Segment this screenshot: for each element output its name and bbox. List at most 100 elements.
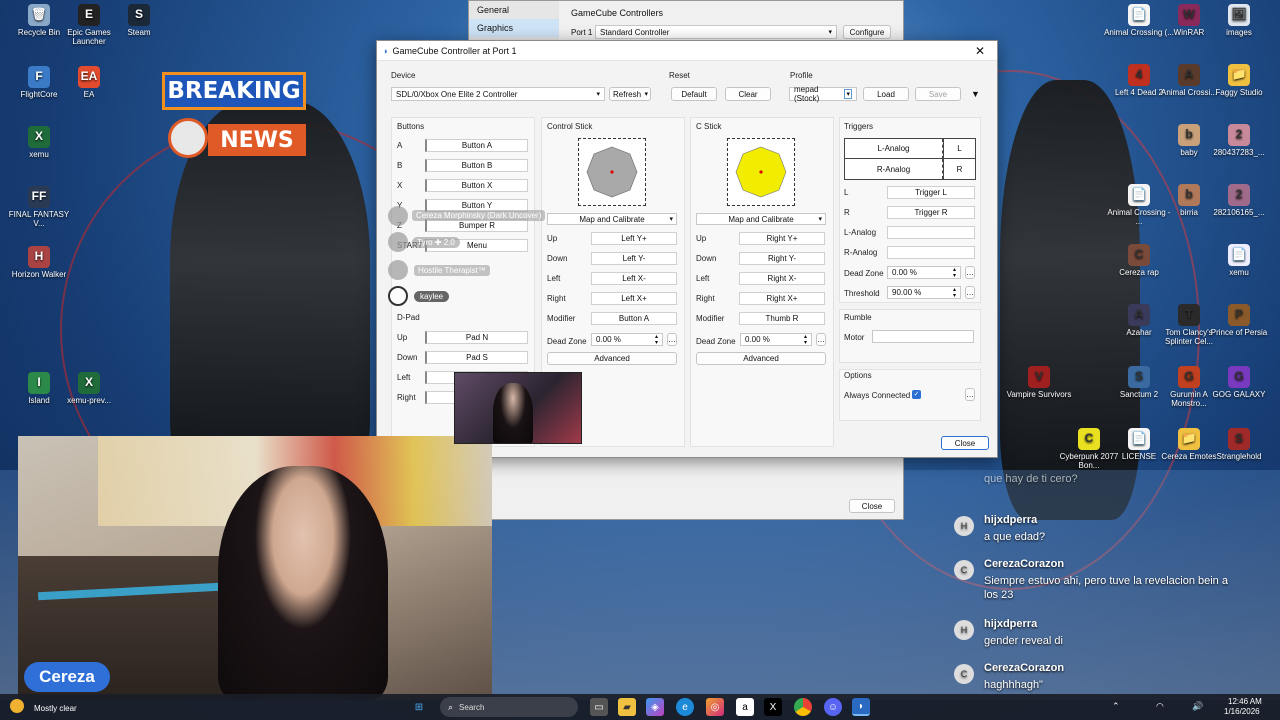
options-more-button[interactable]: …	[965, 388, 975, 401]
weather-icon[interactable]	[10, 699, 24, 713]
mapping-button[interactable]: Right X+	[739, 292, 825, 305]
mapping-button[interactable]: Right Y+	[739, 232, 825, 245]
desktop-icon[interactable]: 📄 xemu	[1204, 244, 1274, 277]
desktop-icon[interactable]: 🖼 images	[1204, 4, 1274, 37]
chat-avatar: H	[954, 516, 974, 536]
desktop-icon[interactable]: FF FINAL FANTASY V...	[4, 186, 74, 228]
network-icon[interactable]: ◠	[1156, 701, 1164, 712]
desktop-icon[interactable]: C Cereza rap	[1104, 244, 1174, 277]
desktop-icon[interactable]: P Prince of Persia	[1204, 304, 1274, 337]
app-icon: EA	[78, 66, 100, 88]
chat-overlay: que hay de ti cero? Hhijxdperra a que edad…	[946, 470, 1262, 691]
chevron-up-icon[interactable]: ⌃	[1112, 701, 1120, 712]
instagram-icon[interactable]: ◎	[706, 698, 724, 716]
mapping-button[interactable]: Button A	[591, 312, 677, 325]
mapping-button[interactable]: Trigger R	[887, 206, 975, 219]
volume-icon[interactable]: 🔊	[1192, 701, 1203, 712]
app-icon: X	[78, 372, 100, 394]
clock-time[interactable]: 12:46 AM	[1228, 697, 1262, 706]
configure-button[interactable]: Configure	[843, 25, 891, 39]
chrome-icon[interactable]	[794, 698, 812, 716]
threshold-more-button[interactable]: …	[965, 286, 975, 299]
file-explorer-icon[interactable]: ▰	[618, 698, 636, 716]
advanced-button[interactable]: Advanced	[696, 352, 826, 365]
spin-arrows-icon[interactable]: ▴ ▾	[804, 334, 807, 346]
desktop-icon[interactable]: H Horizon Walker	[4, 246, 74, 279]
desktop-icon[interactable]: S Steam	[104, 4, 174, 37]
mapping-button[interactable]	[887, 226, 975, 239]
app-icon: H	[28, 246, 50, 268]
save-button[interactable]: Save	[915, 87, 961, 101]
deadzone-spin[interactable]: 0.00 % ▴ ▾	[740, 333, 812, 346]
mapping-button[interactable]: Button A	[425, 139, 528, 152]
c-stick-map-select[interactable]: Map and Calibrate ▾	[696, 213, 826, 225]
profile-select[interactable]: mepad (Stock) ▾	[789, 85, 857, 103]
dolphin-taskbar-icon[interactable]: ◗	[852, 698, 870, 716]
desktop-icon-label: Vampire Survivors	[1006, 390, 1072, 399]
desktop-icon[interactable]: 2 280437283_...	[1204, 124, 1274, 157]
mapping-button[interactable]: Thumb R	[739, 312, 825, 325]
load-button[interactable]: Load	[863, 87, 909, 101]
chevron-down-icon: ▾	[828, 29, 832, 36]
advanced-button[interactable]: Advanced	[547, 352, 677, 365]
mapping-button[interactable]	[887, 246, 975, 259]
clock-date[interactable]: 1/16/2026	[1224, 707, 1260, 716]
mapping-key-label: Modifier	[696, 314, 725, 323]
mapping-button[interactable]: Right Y-	[739, 252, 825, 265]
desktop-icon[interactable]: G GOG GALAXY	[1204, 366, 1274, 399]
desktop-icon[interactable]: 📁 Faggy Studio	[1204, 64, 1274, 97]
device-select[interactable]: SDL/0/Xbox One Elite 2 Controller ▾	[391, 87, 605, 101]
sidebar-item-general[interactable]: General	[469, 1, 559, 19]
close-icon[interactable]: ✕	[969, 44, 991, 58]
always-connected-checkbox[interactable]: ✓	[912, 390, 921, 399]
refresh-button[interactable]: Refresh ▾	[609, 87, 651, 101]
search-box[interactable]: ⌕ Search	[440, 697, 578, 717]
app-icon: C	[1078, 428, 1100, 450]
motor-field[interactable]	[872, 330, 974, 343]
desktop-icon[interactable]: Xxemu-prev...	[54, 372, 124, 405]
deadzone-more-button[interactable]: …	[667, 333, 677, 346]
clear-button[interactable]: Clear	[725, 87, 771, 101]
spin-arrows-icon[interactable]: ▴ ▾	[953, 287, 956, 299]
deadzone-more-button[interactable]: …	[816, 333, 826, 346]
edge-icon[interactable]: e	[676, 698, 694, 716]
threshold-spin[interactable]: 90.00 % ▴ ▾	[887, 286, 961, 299]
app-icon: 🖼	[1228, 4, 1250, 26]
discord-icon[interactable]: ☺	[824, 698, 842, 716]
trigger-deadzone-label: Dead Zone	[844, 269, 884, 278]
copilot-icon[interactable]: ◈	[646, 698, 664, 716]
desktop-icon[interactable]: V Vampire Survivors	[1004, 366, 1074, 399]
weather-text[interactable]: Mostly clear	[34, 704, 77, 713]
desktop-icon[interactable]: 2 282106165_...	[1204, 184, 1274, 217]
chat-text: Siempre estuvo ahi, pero tuve la revelac…	[984, 575, 1228, 602]
x-icon[interactable]: X	[764, 698, 782, 716]
task-view-icon[interactable]: ▭	[590, 698, 608, 716]
desktop-icon[interactable]: Xxemu	[4, 126, 74, 159]
mapping-button[interactable]: Pad N	[425, 331, 528, 344]
amazon-icon[interactable]: a	[736, 698, 754, 716]
spin-arrows-icon[interactable]: ▴ ▾	[655, 334, 658, 346]
stream-member-overlay: Cereza Morphinsky (Dark Uncover) Tyro ✚ …	[388, 206, 628, 310]
mapping-button[interactable]: Right X-	[739, 272, 825, 285]
mapping-button[interactable]: Trigger L	[887, 186, 975, 199]
app-icon: S	[1128, 366, 1150, 388]
desktop-icon[interactable]: S Stranglehold	[1204, 428, 1274, 461]
mapping-button[interactable]: Pad S	[425, 351, 528, 364]
desktop-icon-label: images	[1226, 28, 1252, 37]
mapping-button[interactable]: Button X	[425, 179, 528, 192]
deadzone-spin[interactable]: 0.00 % ▴ ▾	[591, 333, 663, 346]
mapping-button[interactable]: Button B	[425, 159, 528, 172]
default-button[interactable]: Default	[671, 87, 717, 101]
settings-close-button[interactable]: Close	[849, 499, 895, 513]
dialog-close-button[interactable]: Close	[941, 436, 989, 450]
spin-arrows-icon[interactable]: ▴ ▾	[953, 267, 956, 279]
chevron-down-icon: ▾	[596, 91, 600, 98]
sidebar-item-graphics[interactable]: Graphics	[469, 19, 559, 37]
trigger-deadzone-more-button[interactable]: …	[965, 266, 975, 279]
app-icon: 📄	[1128, 428, 1150, 450]
windows-start-icon[interactable]: ⊞	[410, 698, 428, 716]
port-select[interactable]: Standard Controller ▾	[595, 25, 837, 39]
trigger-deadzone-spin[interactable]: 0.00 % ▴ ▾	[887, 266, 961, 279]
desktop-icon[interactable]: EA EA	[54, 66, 124, 99]
triangle-down-icon[interactable]: ▼	[971, 89, 980, 99]
